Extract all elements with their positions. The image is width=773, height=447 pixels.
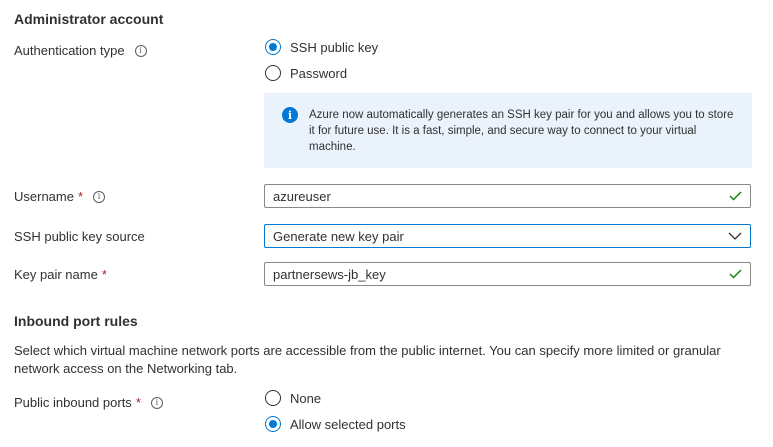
radio-checked-icon[interactable] [265,39,281,55]
public-ports-label-row: Public inbound ports * i [14,395,163,410]
info-filled-icon: i [282,107,298,123]
ssh-info-text: Azure now automatically generates an SSH… [309,109,734,153]
admin-section-title: Administrator account [14,11,164,27]
auth-option-ssh[interactable]: SSH public key [265,39,378,55]
username-label-row: Username * i [14,189,106,204]
radio-unchecked-icon[interactable] [265,65,281,81]
ports-option-label: Allow selected ports [290,416,406,432]
radio-unchecked-icon[interactable] [265,390,281,406]
radio-checked-icon[interactable] [265,416,281,432]
required-marker: * [101,267,107,282]
ssh-info-banner: i Azure now automatically generates an S… [264,93,752,168]
inbound-section-title: Inbound port rules [14,313,138,329]
ports-option-none[interactable]: None [265,390,321,406]
info-icon[interactable]: i [134,44,147,57]
valid-check-icon [729,191,742,201]
valid-check-icon [729,269,742,279]
key-source-select[interactable]: Generate new key pair [264,224,751,248]
auth-option-label: SSH public key [290,39,379,55]
info-icon[interactable]: i [150,396,163,409]
required-marker: * [77,189,84,204]
key-source-value: Generate new key pair [273,228,404,244]
key-pair-name-field[interactable]: partnersews-jb_key [264,262,751,286]
key-pair-value: partnersews-jb_key [273,266,386,282]
username-field[interactable]: azureuser [264,184,751,208]
username-value: azureuser [273,188,331,204]
inbound-description: Select which virtual machine network por… [14,343,721,376]
username-label: Username [14,189,74,204]
auth-type-label-row: Authentication type i [14,43,147,58]
chevron-down-icon[interactable] [728,232,742,240]
auth-option-password[interactable]: Password [265,65,347,81]
key-source-label: SSH public key source [14,229,145,244]
key-pair-label: Key pair name [14,267,98,282]
ports-option-label: None [290,390,322,406]
public-ports-label: Public inbound ports [14,395,132,410]
required-marker: * [135,395,141,410]
auth-type-label: Authentication type [14,43,125,58]
ports-option-allow-selected[interactable]: Allow selected ports [265,416,406,432]
info-icon[interactable]: i [93,190,106,203]
auth-option-label: Password [290,65,348,81]
key-pair-label-row: Key pair name * [14,267,107,282]
